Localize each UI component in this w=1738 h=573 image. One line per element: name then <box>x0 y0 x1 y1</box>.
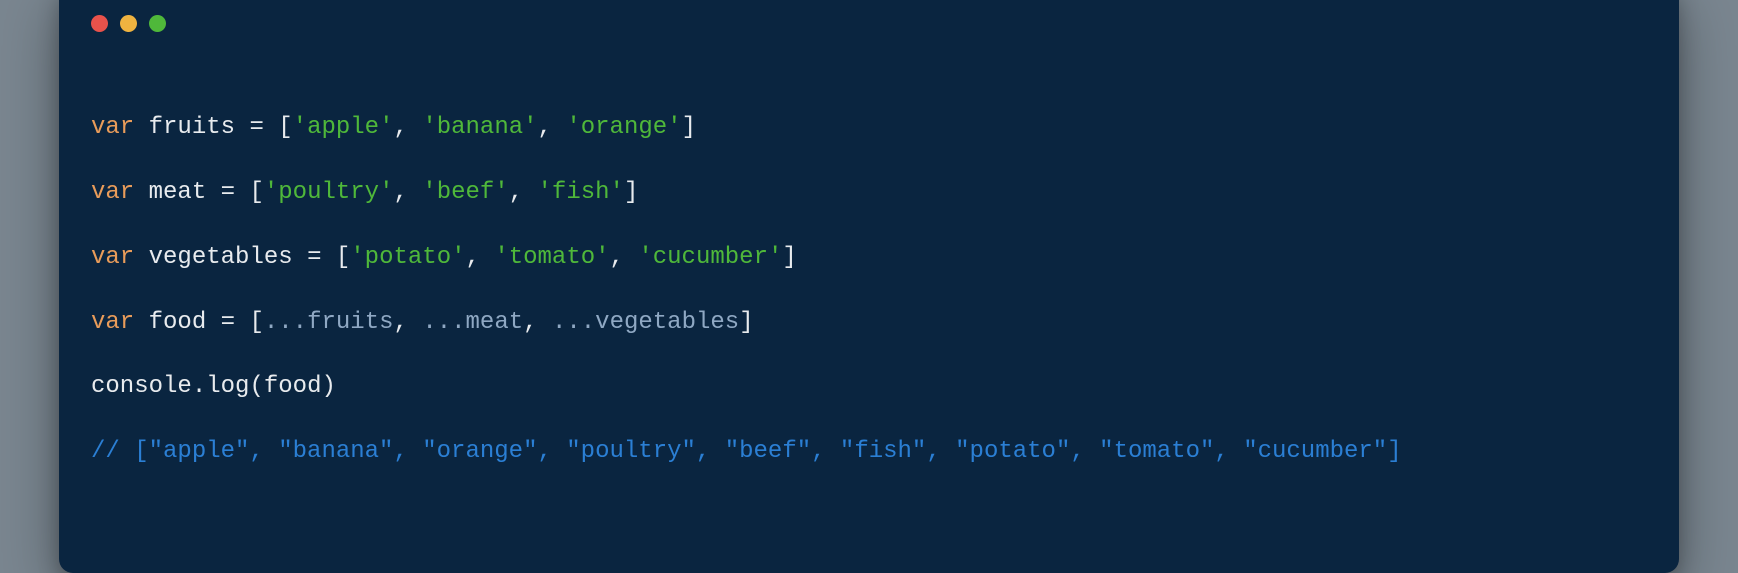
bracket-open: [ <box>249 179 263 206</box>
maximize-icon[interactable] <box>149 15 166 32</box>
bracket-open: [ <box>249 309 263 336</box>
bracket-close: ] <box>782 244 796 271</box>
minimize-icon[interactable] <box>120 15 137 32</box>
keyword-var: var <box>91 114 134 141</box>
comment: // ["apple", "banana", "orange", "poultr… <box>91 438 1402 465</box>
code-line-1: var fruits = ['apple', 'banana', 'orange… <box>91 112 1647 144</box>
identifier-console: console <box>91 373 192 400</box>
spread-ident: vegetables <box>595 309 739 336</box>
string-literal: 'poultry' <box>264 179 394 206</box>
comma: , <box>509 179 538 206</box>
spread-ident: fruits <box>307 309 393 336</box>
code-block: var fruits = ['apple', 'banana', 'orange… <box>91 80 1647 533</box>
string-literal: 'apple' <box>293 114 394 141</box>
string-literal: 'banana' <box>422 114 537 141</box>
string-literal: 'orange' <box>566 114 681 141</box>
string-literal: 'tomato' <box>494 244 609 271</box>
bracket-open: [ <box>278 114 292 141</box>
operator-equals: = <box>221 179 235 206</box>
comma: , <box>523 309 552 336</box>
spread-ident: meat <box>466 309 524 336</box>
window-controls <box>91 15 1647 32</box>
spread-operator: ... <box>422 309 465 336</box>
keyword-var: var <box>91 309 134 336</box>
paren-close: ) <box>321 373 335 400</box>
comma: , <box>394 114 423 141</box>
keyword-var: var <box>91 244 134 271</box>
comma: , <box>466 244 495 271</box>
operator-equals: = <box>249 114 263 141</box>
string-literal: 'beef' <box>422 179 508 206</box>
bracket-close: ] <box>624 179 638 206</box>
bracket-close: ] <box>682 114 696 141</box>
comma: , <box>538 114 567 141</box>
code-line-2: var meat = ['poultry', 'beef', 'fish'] <box>91 177 1647 209</box>
operator-equals: = <box>307 244 321 271</box>
spread-operator: ... <box>264 309 307 336</box>
identifier-arg: food <box>264 373 322 400</box>
identifier-food: food <box>149 309 207 336</box>
bracket-open: [ <box>336 244 350 271</box>
code-line-6: // ["apple", "banana", "orange", "poultr… <box>91 436 1647 468</box>
identifier-log: log <box>206 373 249 400</box>
code-line-4: var food = [...fruits, ...meat, ...veget… <box>91 307 1647 339</box>
comma: , <box>610 244 639 271</box>
spread-operator: ... <box>552 309 595 336</box>
identifier-vegetables: vegetables <box>149 244 293 271</box>
string-literal: 'fish' <box>538 179 624 206</box>
paren-open: ( <box>249 373 263 400</box>
string-literal: 'potato' <box>350 244 465 271</box>
dot-accessor: . <box>192 373 206 400</box>
operator-equals: = <box>221 309 235 336</box>
string-literal: 'cucumber' <box>638 244 782 271</box>
bracket-close: ] <box>739 309 753 336</box>
code-line-5: console.log(food) <box>91 371 1647 403</box>
keyword-var: var <box>91 179 134 206</box>
code-window: var fruits = ['apple', 'banana', 'orange… <box>59 0 1679 573</box>
comma: , <box>393 179 422 206</box>
comma: , <box>394 309 423 336</box>
close-icon[interactable] <box>91 15 108 32</box>
identifier-meat: meat <box>149 179 207 206</box>
code-line-3: var vegetables = ['potato', 'tomato', 'c… <box>91 242 1647 274</box>
identifier-fruits: fruits <box>149 114 235 141</box>
